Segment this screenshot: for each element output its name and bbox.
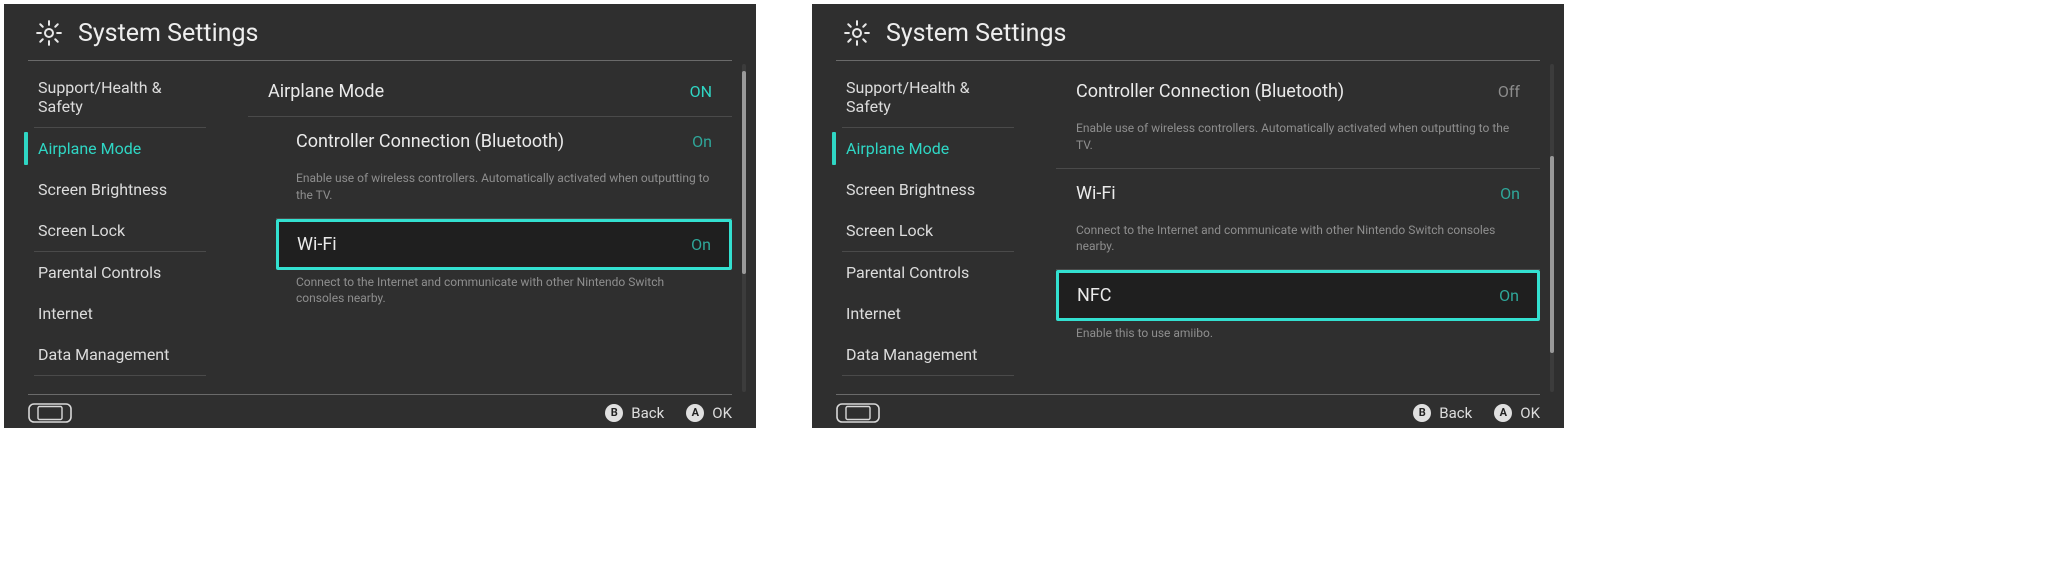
setting-row-nfc[interactable]: NFC On: [1056, 270, 1540, 321]
setting-value: ON: [690, 82, 712, 101]
page-title: System Settings: [78, 19, 258, 48]
scroll-thumb[interactable]: [1550, 156, 1554, 353]
sidebar-item-internet[interactable]: Internet: [842, 293, 1014, 334]
setting-row-airplane-mode[interactable]: Airplane Mode ON: [248, 67, 732, 117]
a-button-icon: A: [1494, 404, 1512, 422]
b-button-icon: B: [1413, 404, 1431, 422]
ok-button[interactable]: A OK: [1494, 404, 1540, 422]
back-button[interactable]: B Back: [605, 404, 664, 422]
back-button[interactable]: B Back: [1413, 404, 1472, 422]
sidebar-item-data-management[interactable]: Data Management: [34, 334, 206, 375]
setting-row-wi-fi[interactable]: Wi-Fi On: [1056, 169, 1540, 218]
sidebar-item-data-management[interactable]: Data Management: [842, 334, 1014, 375]
sidebar-item-screen-lock[interactable]: Screen Lock: [842, 210, 1014, 251]
setting-description: Enable use of wireless controllers. Auto…: [1056, 116, 1540, 169]
setting-value: On: [692, 132, 712, 151]
setting-value: On: [1499, 286, 1519, 305]
console-icon: [836, 403, 880, 423]
setting-description: Enable this to use amiibo.: [1056, 321, 1540, 356]
header: System Settings: [4, 4, 756, 60]
settings-screen: System Settings Support/Health & SafetyAi…: [812, 4, 1564, 428]
sidebar: Support/Health & SafetyAirplane ModeScre…: [812, 61, 1038, 394]
setting-description: Enable use of wireless controllers. Auto…: [276, 166, 732, 219]
ok-label: OK: [1520, 404, 1540, 422]
sidebar-item-parental-controls[interactable]: Parental Controls: [34, 252, 206, 293]
ok-button[interactable]: A OK: [686, 404, 732, 422]
sidebar-item-airplane-mode[interactable]: Airplane Mode: [842, 128, 1014, 169]
a-button-icon: A: [686, 404, 704, 422]
setting-row-controller-connection-bluetooth[interactable]: Controller Connection (Bluetooth) Off: [1056, 67, 1540, 116]
sidebar-item-internet[interactable]: Internet: [34, 293, 206, 334]
setting-label: NFC: [1077, 285, 1112, 306]
scroll-thumb[interactable]: [742, 71, 746, 274]
back-label: Back: [631, 404, 664, 422]
console-icon: [28, 403, 72, 423]
sidebar-item-screen-brightness[interactable]: Screen Brightness: [34, 169, 206, 210]
sidebar-item-screen-lock[interactable]: Screen Lock: [34, 210, 206, 251]
sidebar-item-parental-controls[interactable]: Parental Controls: [842, 252, 1014, 293]
scrollbar[interactable]: [1550, 64, 1554, 392]
setting-label: Wi-Fi: [297, 234, 337, 255]
settings-panel: Controller Connection (Bluetooth) OffEna…: [1038, 61, 1564, 394]
ok-label: OK: [712, 404, 732, 422]
setting-value: On: [1500, 184, 1520, 203]
setting-row-controller-connection-bluetooth[interactable]: Controller Connection (Bluetooth) On: [276, 117, 732, 166]
footer: B Back A OK: [28, 394, 732, 428]
back-label: Back: [1439, 404, 1472, 422]
sidebar: Support/Health & SafetyAirplane ModeScre…: [4, 61, 230, 394]
setting-value: On: [691, 235, 711, 254]
settings-panel: Airplane Mode ON Controller Connection (…: [230, 61, 756, 394]
sidebar-item-support-health-safety[interactable]: Support/Health & Safety: [34, 67, 206, 127]
sidebar-item-airplane-mode[interactable]: Airplane Mode: [34, 128, 206, 169]
b-button-icon: B: [605, 404, 623, 422]
setting-description: Connect to the Internet and communicate …: [1056, 218, 1540, 271]
setting-label: Airplane Mode: [268, 81, 384, 102]
sidebar-item-support-health-safety[interactable]: Support/Health & Safety: [842, 67, 1014, 127]
gear-icon: [842, 18, 872, 48]
settings-screen: System SettingsSupport/Health & SafetyAi…: [4, 4, 756, 428]
setting-row-wi-fi[interactable]: Wi-Fi On: [276, 219, 732, 270]
setting-value: Off: [1498, 82, 1520, 101]
header: System Settings: [812, 4, 1564, 60]
setting-description: Connect to the Internet and communicate …: [276, 270, 732, 322]
setting-label: Wi-Fi: [1076, 183, 1116, 204]
footer: B Back A OK: [836, 394, 1540, 428]
setting-label: Controller Connection (Bluetooth): [296, 131, 564, 152]
setting-label: Controller Connection (Bluetooth): [1076, 81, 1344, 102]
gear-icon: [34, 18, 64, 48]
sidebar-item-screen-brightness[interactable]: Screen Brightness: [842, 169, 1014, 210]
scrollbar[interactable]: [742, 64, 746, 392]
page-title: System Settings: [886, 19, 1066, 48]
